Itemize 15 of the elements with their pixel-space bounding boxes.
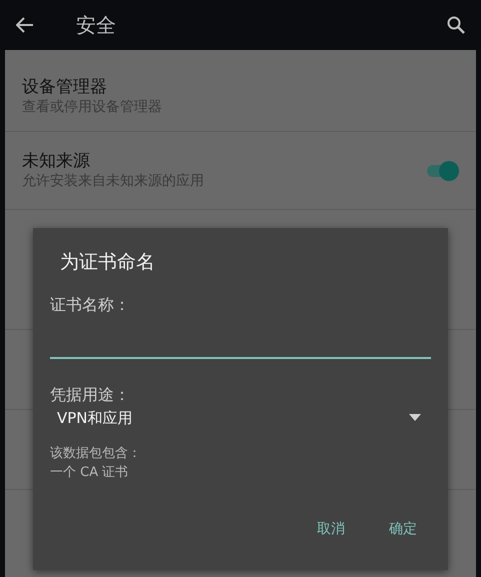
info-text: 一个 CA 证书 bbox=[50, 464, 130, 482]
dialog-button[interactable]: 确定 bbox=[379, 513, 427, 546]
usage-dropdown[interactable]: VPN和应用 bbox=[50, 406, 431, 429]
info-label: 该数据包包含： bbox=[50, 445, 142, 463]
field-label: 凭据用途： bbox=[50, 384, 131, 406]
setting-title: 设备管理器 bbox=[22, 76, 108, 98]
dialog-button[interactable]: 取消 bbox=[307, 513, 355, 546]
screen-title: 安全 bbox=[76, 12, 116, 39]
dropdown-icon bbox=[409, 414, 421, 422]
field-label: 证书名称： bbox=[50, 294, 131, 316]
search-icon[interactable] bbox=[447, 16, 465, 34]
toggle-switch[interactable] bbox=[425, 160, 459, 180]
setting-title: 未知来源 bbox=[22, 150, 91, 172]
back-icon[interactable] bbox=[16, 17, 34, 33]
dialog-title: 为证书命名 bbox=[59, 250, 156, 275]
